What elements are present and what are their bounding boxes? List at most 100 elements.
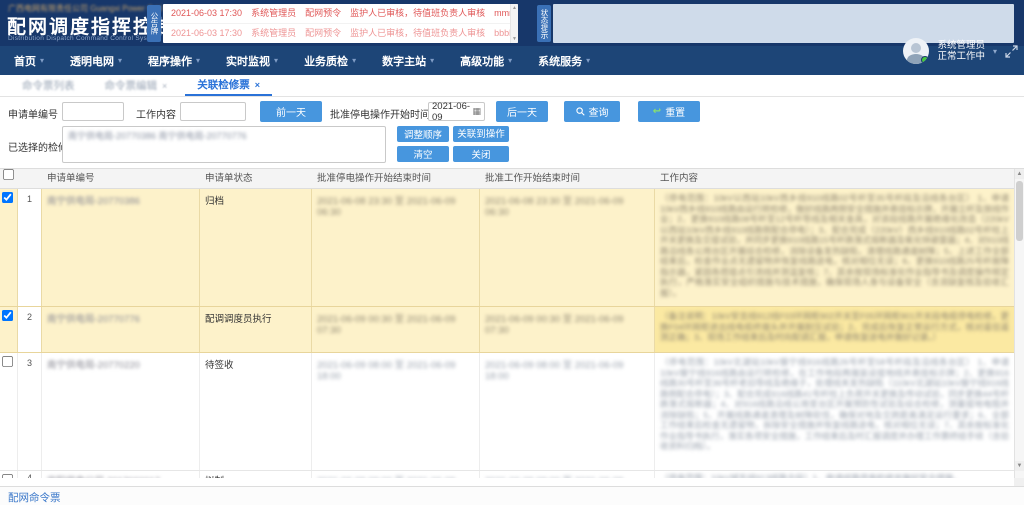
work-content: （停电范围：10kV城东线913线路全段）1、申请线路停电检修并做好安全措施。	[660, 473, 962, 478]
outage-time: 2021-06-09 09:00 至 2021-06-09 17:00	[317, 476, 455, 478]
tab-bar: 命令票列表 命令票编辑 × 关联检修票×	[0, 75, 1024, 97]
work-content: （备注说明：10kV安吉线912线F03环网柜902开关至F05环网柜901开关…	[660, 311, 1009, 342]
scroll-up-icon[interactable]: ▲	[512, 5, 517, 11]
status-cell: 归档	[200, 189, 312, 306]
row-checkbox[interactable]	[2, 310, 13, 321]
row-checkbox-cell	[0, 189, 18, 306]
application-no-input[interactable]	[62, 102, 124, 121]
announcement-item[interactable]: 2021-06-03 17:30系统管理员配网预令监护人已审核，待值班负责人审核…	[163, 4, 518, 23]
close-button[interactable]: 关闭	[453, 146, 509, 162]
avatar-head	[911, 43, 921, 53]
row-checkbox[interactable]	[2, 192, 13, 203]
header-app-no: 申请单编号	[42, 169, 200, 189]
work-content: （停电范围：10kV以西站10kV西乡线910线路02号杆至35号杆段及沿线各台…	[660, 193, 1009, 298]
header-status: 申请单状态	[200, 169, 312, 189]
scroll-up-icon[interactable]: ▲	[1015, 169, 1024, 179]
work-time: 2021-06-09 08:00 至 2021-06-09 18:00	[485, 360, 623, 382]
header-checkbox-cell	[0, 169, 18, 189]
nav-item-digital-station[interactable]: 数字主站 ▾	[382, 53, 434, 69]
status-cell: 配调调度员执行	[200, 307, 312, 352]
vertical-scrollbar[interactable]: ▲ ▼	[1014, 169, 1024, 478]
clear-button[interactable]: 清空	[397, 146, 449, 162]
tab-command-ticket-list[interactable]: 命令票列表	[10, 75, 87, 96]
announcement-status: 监护人已审核，待值班负责人审核	[350, 28, 485, 38]
selected-tickets-value: 南宁供电局-20770386 南宁供电局-20770776	[68, 131, 247, 141]
nav-item-program-operation[interactable]: 程序操作 ▾	[148, 53, 200, 69]
chevron-down-icon: ▾	[196, 56, 200, 65]
announcement-user: 系统管理员	[251, 28, 296, 38]
work-content-cell: （停电范围：10kV北湖站10kV振宁线916线路26号杆至58号杆段及沿线各台…	[655, 353, 1014, 470]
user-cluster[interactable]: 系统管理员 正常工作中 ▾	[903, 28, 1018, 74]
next-day-button[interactable]: 后一天	[496, 101, 548, 122]
nav-item-realtime-monitor[interactable]: 实时监视▾	[226, 53, 278, 69]
work-content-cell: （停电范围：10kV以西站10kV西乡线910线路02号杆至35号杆段及沿线各台…	[655, 189, 1014, 306]
header-outage-time: 批准停电操作开始结束时间	[312, 169, 480, 189]
tab-command-ticket-edit[interactable]: 命令票编辑 ×	[93, 75, 180, 96]
nav-label: 程序操作	[148, 53, 192, 69]
user-info: 系统管理员 正常工作中	[937, 40, 985, 62]
announcement-time: 2021-06-03 17:30	[171, 8, 242, 18]
application-number: 南宁供电局-20770386	[47, 196, 140, 207]
work-time-cell: 2021-06-08 23:30 至 2021-06-09 06:30	[480, 189, 655, 306]
row-number: 1	[18, 189, 42, 306]
scrollbar-thumb[interactable]	[1016, 181, 1023, 241]
application-number-cell: 南宁供电局-20770386	[42, 189, 200, 306]
application-no-label: 申请单编号	[8, 106, 58, 121]
chevron-down-icon: ▾	[430, 56, 434, 65]
close-icon[interactable]: ×	[255, 80, 260, 90]
nav-item-advanced-functions[interactable]: 高级功能▾	[460, 53, 512, 69]
reset-icon: ↩	[653, 106, 661, 117]
calendar-icon[interactable]: ▦	[472, 106, 481, 117]
application-number-cell: 南宁供电局-20770776	[42, 307, 200, 352]
nav-item-home[interactable]: 首页▾	[14, 53, 44, 69]
row-number: 3	[18, 353, 42, 470]
announcement-item[interactable]: 2021-06-03 17:30系统管理员配网预令监护人已审核，待值班负责人审核…	[163, 23, 518, 42]
nav-label: 数字主站	[382, 53, 426, 69]
nav-item-system-services[interactable]: 系统服务▾	[538, 53, 590, 69]
reset-button[interactable]: ↩ 重置	[638, 101, 700, 122]
close-icon[interactable]: ×	[162, 81, 167, 91]
nav-label: 透明电网	[70, 53, 114, 69]
announcement-user: 系统管理员	[251, 8, 296, 18]
filter-toolbar: 申请单编号 工作内容 前一天 批准停电操作开始时间 2021-06-09 ▦ 后…	[0, 97, 1024, 125]
outage-time: 2021-06-08 23:30 至 2021-06-09 06:30	[317, 196, 455, 218]
row-checkbox[interactable]	[2, 474, 13, 478]
row-checkbox[interactable]	[2, 356, 13, 367]
announcement-board-badge: 公告牌	[147, 5, 161, 42]
announcement-scrollbar[interactable]: ▲▼	[510, 4, 518, 43]
prev-day-button[interactable]: 前一天	[260, 101, 322, 122]
status-tip-badge: 状态提示	[537, 5, 551, 42]
avatar[interactable]	[903, 38, 929, 64]
work-time: 2021-06-08 23:30 至 2021-06-09 06:30	[485, 196, 623, 218]
nav-item-transparent-grid[interactable]: 透明电网▾	[70, 53, 122, 69]
select-all-checkbox[interactable]	[3, 169, 14, 180]
chevron-down-icon[interactable]: ▾	[993, 47, 997, 56]
table-row[interactable]: 2 南宁供电局-20770776 配调调度员执行 2021-06-09 00:3…	[0, 307, 1014, 353]
associate-to-operation-ticket-button[interactable]: 关联到操作票	[453, 126, 509, 142]
app-subtitle: Distribution Dispatch Command Control Sy…	[8, 35, 159, 42]
adjust-order-button[interactable]: 调整顺序	[397, 126, 449, 142]
work-content-input[interactable]	[180, 102, 246, 121]
tab-label: 命令票编辑	[105, 78, 158, 93]
table-row[interactable]: 4 宜阳供电公司-2017060017 拟制 2021-06-09 09:00 …	[0, 471, 1014, 478]
outage-time: 2021-06-09 00:30 至 2021-06-09 07:30	[317, 314, 455, 336]
tab-associated-maintenance-ticket[interactable]: 关联检修票×	[185, 75, 272, 96]
scroll-down-icon[interactable]: ▼	[512, 36, 517, 42]
date-picker[interactable]: 2021-06-09 ▦	[428, 102, 485, 121]
footer-command-ticket-link[interactable]: 配网命令票	[8, 490, 61, 505]
table-row[interactable]: 3 南宁供电局-20770220 待签收 2021-06-09 08:00 至 …	[0, 353, 1014, 471]
fullscreen-icon[interactable]	[1005, 45, 1018, 58]
nav-label: 系统服务	[538, 53, 582, 69]
scroll-down-icon[interactable]: ▼	[1015, 461, 1024, 471]
reset-label: 重置	[665, 104, 685, 119]
outage-time: 2021-06-09 08:00 至 2021-06-09 18:00	[317, 360, 455, 382]
work-content: （停电范围：10kV北湖站10kV振宁线916线路26号杆至58号杆段及沿线各台…	[660, 357, 1009, 451]
user-status: 正常工作中	[937, 51, 985, 62]
work-time-cell: 2021-06-09 09:00 至 2021-06-09 17:00	[480, 471, 655, 478]
search-button[interactable]: 查询	[564, 101, 620, 122]
application-number: 南宁供电局-20770776	[47, 314, 140, 325]
work-time-cell: 2021-06-09 00:30 至 2021-06-09 07:30	[480, 307, 655, 352]
nav-item-business-qc[interactable]: 业务质检▾	[304, 53, 356, 69]
table-row[interactable]: 1 南宁供电局-20770386 归档 2021-06-08 23:30 至 2…	[0, 189, 1014, 307]
selected-tickets-textarea[interactable]: 南宁供电局-20770386 南宁供电局-20770776	[62, 126, 386, 163]
